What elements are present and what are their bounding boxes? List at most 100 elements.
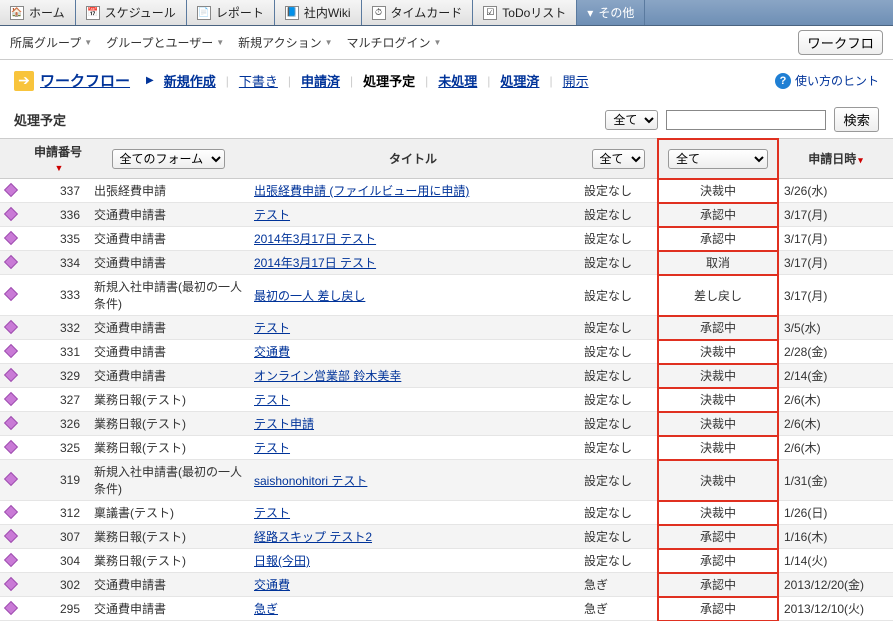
row-title-link[interactable]: テスト xyxy=(254,393,290,407)
subbar-item[interactable]: 新規アクション ▼ xyxy=(238,34,332,51)
col-status[interactable]: 全て xyxy=(658,139,778,179)
row-title: 経路スキップ テスト2 xyxy=(248,525,578,549)
table-row[interactable]: 327業務日報(テスト)テスト設定なし決裁中2/6(木) xyxy=(0,388,893,412)
nav-tab[interactable]: 📘社内Wiki xyxy=(275,0,362,25)
row-form: 交通費申請書 xyxy=(88,340,248,364)
bullet-icon xyxy=(4,319,18,333)
row-title-link[interactable]: オンライン営業部 鈴木美幸 xyxy=(254,369,401,383)
subbar-item[interactable]: 所属グループ ▼ xyxy=(10,34,92,51)
row-date: 1/16(木) xyxy=(778,525,893,549)
table-row[interactable]: 329交通費申請書オンライン営業部 鈴木美幸設定なし決裁中2/14(金) xyxy=(0,364,893,388)
subbar-item[interactable]: グループとユーザー ▼ xyxy=(106,34,224,51)
workflow-button[interactable]: ワークフロ xyxy=(798,30,883,55)
row-icon-cell xyxy=(0,203,28,227)
row-number: 307 xyxy=(28,525,88,549)
table-row[interactable]: 326業務日報(テスト)テスト申請設定なし決裁中2/6(木) xyxy=(0,412,893,436)
col-form[interactable]: 全てのフォーム xyxy=(88,139,248,179)
row-form: 交通費申請書 xyxy=(88,316,248,340)
bullet-icon xyxy=(4,254,18,268)
nav-tab[interactable]: 📅 スケジュール xyxy=(76,0,187,25)
subbar-item[interactable]: マルチログイン ▼ xyxy=(347,34,442,51)
row-date: 2013/12/10(火) xyxy=(778,597,893,621)
row-form: 業務日報(テスト) xyxy=(88,525,248,549)
row-title-link[interactable]: テスト xyxy=(254,208,290,222)
usage-hint[interactable]: ? 使い方のヒント xyxy=(775,72,879,89)
search-input[interactable] xyxy=(666,110,826,130)
row-title-link[interactable]: 交通費 xyxy=(254,578,290,592)
row-number: 304 xyxy=(28,549,88,573)
table-row[interactable]: 302交通費申請書交通費急ぎ承認中2013/12/20(金) xyxy=(0,573,893,597)
row-status: 決裁中 xyxy=(658,388,778,412)
row-title-link[interactable]: テスト xyxy=(254,441,290,455)
row-title: テスト xyxy=(248,316,578,340)
row-setting: 急ぎ xyxy=(578,573,658,597)
workflow-icon: ➔ xyxy=(14,71,34,91)
row-setting: 設定なし xyxy=(578,316,658,340)
col-title: タイトル xyxy=(248,139,578,179)
table-row[interactable]: 295交通費申請書急ぎ急ぎ承認中2013/12/10(火) xyxy=(0,597,893,621)
row-title-link[interactable]: テスト申請 xyxy=(254,417,314,431)
table-row[interactable]: 334交通費申請書2014年3月17日 テスト設定なし取消3/17(月) xyxy=(0,251,893,275)
wf-menu-link[interactable]: 未処理 xyxy=(438,71,477,90)
row-icon-cell xyxy=(0,525,28,549)
top-filter-select[interactable]: 全て xyxy=(605,110,658,130)
row-title-link[interactable]: 経路スキップ テスト2 xyxy=(254,530,372,544)
col-date[interactable]: 申請日時▾ xyxy=(778,139,893,179)
row-title-link[interactable]: 日報(今田) xyxy=(254,554,310,568)
row-icon-cell xyxy=(0,364,28,388)
col-number[interactable]: 申請番号▼ xyxy=(28,139,88,179)
table-row[interactable]: 325業務日報(テスト)テスト設定なし決裁中2/6(木) xyxy=(0,436,893,460)
bullet-icon xyxy=(4,415,18,429)
question-icon: ? xyxy=(775,73,791,89)
app-icon: 🏠 xyxy=(10,6,24,20)
app-icon: 📅 xyxy=(86,6,100,20)
wf-menu-link[interactable]: 下書き xyxy=(239,71,278,90)
row-title-link[interactable]: 最初の一人 差し戻し xyxy=(254,289,365,303)
table-row[interactable]: 333新規入社申請書(最初の一人条件)最初の一人 差し戻し設定なし差し戻し3/1… xyxy=(0,275,893,316)
nav-label: スケジュール xyxy=(105,4,176,21)
row-title-link[interactable]: 交通費 xyxy=(254,345,290,359)
table-row[interactable]: 335交通費申請書2014年3月17日 テスト設定なし承認中3/17(月) xyxy=(0,227,893,251)
row-status: 差し戻し xyxy=(658,275,778,316)
table-row[interactable]: 304業務日報(テスト)日報(今田)設定なし承認中1/14(火) xyxy=(0,549,893,573)
col-setting[interactable]: 全て xyxy=(578,139,658,179)
nav-tab[interactable]: 📄レポート xyxy=(187,0,275,25)
status-filter-select[interactable]: 全て xyxy=(668,149,768,169)
nav-tab[interactable]: 🏠ホーム xyxy=(0,0,76,25)
table-row[interactable]: 337出張経費申請出張経費申請 (ファイルビュー用に申請)設定なし決裁中3/26… xyxy=(0,179,893,203)
table-row[interactable]: 307業務日報(テスト)経路スキップ テスト2設定なし承認中1/16(木) xyxy=(0,525,893,549)
row-title-link[interactable]: saishonohitori テスト xyxy=(254,474,367,488)
row-title-link[interactable]: テスト xyxy=(254,321,290,335)
row-icon-cell xyxy=(0,388,28,412)
row-date: 2/6(木) xyxy=(778,436,893,460)
row-title-link[interactable]: テスト xyxy=(254,506,290,520)
row-icon-cell xyxy=(0,573,28,597)
row-title-link[interactable]: 2014年3月17日 テスト xyxy=(254,232,376,246)
wf-menu-link[interactable]: 処理済 xyxy=(500,71,539,90)
search-button[interactable]: 検索 xyxy=(834,107,879,132)
row-title-link[interactable]: 2014年3月17日 テスト xyxy=(254,256,376,270)
row-title-link[interactable]: 出張経費申請 (ファイルビュー用に申請) xyxy=(254,184,469,198)
wf-menu-link[interactable]: 新規作成 xyxy=(164,71,216,90)
wf-menu-link[interactable]: 申請済 xyxy=(301,71,340,90)
nav-tab[interactable]: ▾その他 xyxy=(577,0,645,25)
bullet-icon xyxy=(4,287,18,301)
row-icon-cell xyxy=(0,412,28,436)
row-title-link[interactable]: 急ぎ xyxy=(254,602,278,616)
setting-filter-select[interactable]: 全て xyxy=(592,149,645,169)
table-row[interactable]: 319新規入社申請書(最初の一人条件)saishonohitori テスト設定な… xyxy=(0,460,893,501)
nav-tab[interactable]: ⏱タイムカード xyxy=(362,0,474,25)
nav-tab[interactable]: ☑ToDoリスト xyxy=(473,0,577,25)
wf-menu-link[interactable]: 開示 xyxy=(563,71,589,90)
table-row[interactable]: 331交通費申請書交通費設定なし決裁中2/28(金) xyxy=(0,340,893,364)
nav-label: タイムカード xyxy=(391,4,463,21)
row-setting: 設定なし xyxy=(578,227,658,251)
row-title: テスト xyxy=(248,501,578,525)
workflow-title-link[interactable]: ワークフロー xyxy=(40,70,130,91)
table-row[interactable]: 336交通費申請書テスト設定なし承認中3/17(月) xyxy=(0,203,893,227)
form-filter-select[interactable]: 全てのフォーム xyxy=(112,149,225,169)
row-title: 最初の一人 差し戻し xyxy=(248,275,578,316)
row-title: saishonohitori テスト xyxy=(248,460,578,501)
table-row[interactable]: 332交通費申請書テスト設定なし承認中3/5(水) xyxy=(0,316,893,340)
table-row[interactable]: 312稟議書(テスト)テスト設定なし決裁中1/26(日) xyxy=(0,501,893,525)
